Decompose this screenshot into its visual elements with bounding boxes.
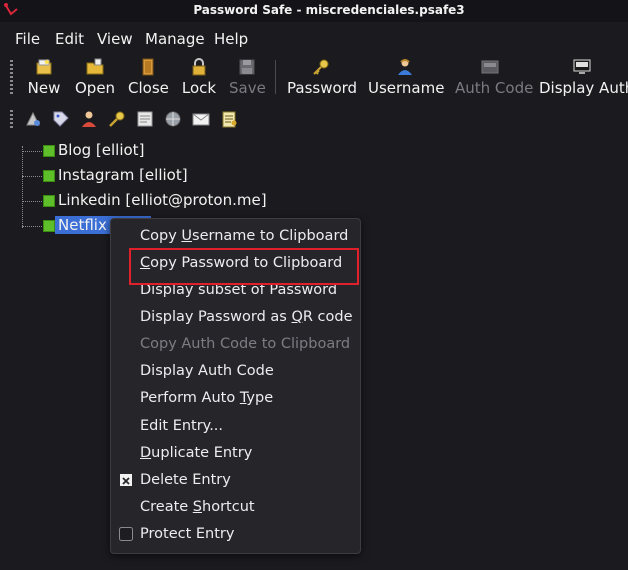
- add-entry-icon[interactable]: [24, 110, 42, 128]
- main-toolbar: New Open Close Lock Save Password Userna…: [0, 54, 628, 100]
- tree-connector: [22, 201, 44, 202]
- user-entry-icon[interactable]: [80, 110, 98, 128]
- highlight-annotation-box: [129, 248, 359, 285]
- toolbar-grip[interactable]: [10, 110, 13, 130]
- password-label: Password: [287, 79, 358, 97]
- close-database-icon: [142, 58, 154, 76]
- save-disk-icon: [239, 59, 255, 75]
- lock-button[interactable]: Lock: [181, 54, 217, 100]
- menu-text: sername to Clipboard: [192, 228, 349, 244]
- entry-leaf-icon: [43, 195, 55, 207]
- copy-username-button[interactable]: Username: [368, 54, 445, 100]
- delete-icon: [120, 474, 132, 486]
- menu-text: Protect Entry: [140, 526, 235, 542]
- auth-code-label: Auth Code: [455, 79, 534, 97]
- menu-text: R code: [302, 309, 353, 325]
- edit-entry-menu-item[interactable]: Edit Entry...: [111, 414, 360, 441]
- menu-text: Copy: [140, 228, 182, 244]
- notes-icon[interactable]: [220, 110, 238, 128]
- secondary-toolbar: [0, 104, 628, 134]
- new-database-icon: [36, 59, 52, 75]
- entry-leaf-icon: [43, 220, 55, 232]
- menu-text: Display Auth Code: [140, 363, 274, 379]
- entry-leaf-icon: [43, 145, 55, 157]
- new-label: New: [27, 79, 61, 97]
- display-auth-label: Display Auth: [539, 79, 628, 97]
- lock-label: Lock: [181, 79, 217, 97]
- copy-username-menu-item[interactable]: Copy Username to Clipboard: [111, 224, 360, 251]
- open-label: Open: [75, 79, 116, 97]
- auto-type-menu-item[interactable]: Perform Auto Type: [111, 386, 360, 413]
- copy-auth-code-menu-item[interactable]: Copy Auth Code to Clipboard: [111, 332, 360, 359]
- menu-text: Create: [140, 499, 193, 515]
- username-label: Username: [368, 79, 445, 97]
- menu-text: hortcut: [202, 499, 255, 515]
- tree-connector: [22, 226, 44, 227]
- menu-file[interactable]: File: [15, 30, 40, 48]
- email-icon[interactable]: [192, 110, 210, 128]
- menu-help[interactable]: Help: [214, 30, 248, 48]
- mnemonic: Q: [291, 309, 303, 325]
- tag-icon[interactable]: [52, 110, 70, 128]
- window-title: Password Safe - miscredenciales.psafe3: [193, 3, 465, 17]
- display-auth-button[interactable]: Display Auth: [539, 54, 628, 100]
- close-button[interactable]: Close: [128, 54, 169, 100]
- entry-label: Blog [elliot]: [58, 141, 145, 159]
- open-button[interactable]: Open: [75, 54, 115, 100]
- create-shortcut-menu-item[interactable]: Create Shortcut: [111, 495, 360, 522]
- new-button[interactable]: New: [26, 54, 62, 100]
- menu-text: ype: [246, 390, 274, 406]
- mnemonic: D: [140, 445, 152, 461]
- title-bar: Password Safe - miscredenciales.psafe3: [0, 0, 628, 22]
- save-button[interactable]: Save: [229, 54, 266, 100]
- auth-code-icon: [481, 60, 499, 74]
- menu-text: Copy Auth Code to Clipboard: [140, 336, 351, 352]
- copy-password-button[interactable]: Password: [287, 54, 358, 100]
- key-entry-icon[interactable]: [108, 110, 126, 128]
- tree-connector: [22, 151, 44, 152]
- menu-edit[interactable]: Edit: [55, 30, 84, 48]
- menu-text: Edit Entry...: [140, 418, 224, 434]
- globe-icon[interactable]: [164, 110, 182, 128]
- toolbar-grip[interactable]: [10, 60, 13, 96]
- entry-label: Linkedin [elliot@proton.me]: [58, 191, 267, 209]
- menu-manage[interactable]: Manage: [145, 30, 205, 48]
- menu-text: Perform Auto: [140, 390, 240, 406]
- copy-auth-code-button[interactable]: Auth Code: [455, 54, 534, 100]
- protect-checkbox[interactable]: [119, 527, 133, 541]
- tree-entry-instagram[interactable]: Instagram [elliot]: [0, 165, 300, 187]
- user-icon: [398, 59, 412, 75]
- browse-url-icon[interactable]: [136, 110, 154, 128]
- mnemonic: U: [181, 228, 193, 244]
- menu-view[interactable]: View: [97, 30, 133, 48]
- menu-text: uplicate Entry: [151, 445, 253, 461]
- menu-text: Delete Entry: [140, 472, 231, 488]
- save-label: Save: [229, 79, 266, 97]
- menu-bar: File Edit View Manage Help: [0, 26, 628, 52]
- lock-icon: [192, 58, 206, 76]
- menu-text: Display Password as: [140, 309, 292, 325]
- delete-entry-menu-item[interactable]: Delete Entry: [111, 468, 360, 495]
- tree-connector: [22, 176, 44, 177]
- open-folder-icon: [86, 58, 104, 75]
- tree-entry-blog[interactable]: Blog [elliot]: [0, 140, 300, 162]
- display-qr-menu-item[interactable]: Display Password as QR code: [111, 305, 360, 332]
- key-icon: [313, 59, 329, 75]
- entry-leaf-icon: [43, 170, 55, 182]
- display-auth-code-menu-item[interactable]: Display Auth Code: [111, 359, 360, 386]
- close-label: Close: [128, 79, 169, 97]
- entry-label: Instagram [elliot]: [58, 166, 188, 184]
- tree-entry-linkedin[interactable]: Linkedin [elliot@proton.me]: [0, 190, 300, 212]
- duplicate-entry-menu-item[interactable]: Duplicate Entry: [111, 441, 360, 468]
- display-auth-icon: [573, 59, 591, 74]
- protect-entry-menu-item[interactable]: Protect Entry: [111, 522, 360, 549]
- toolbar-separator: [275, 60, 276, 94]
- mnemonic: S: [192, 499, 203, 515]
